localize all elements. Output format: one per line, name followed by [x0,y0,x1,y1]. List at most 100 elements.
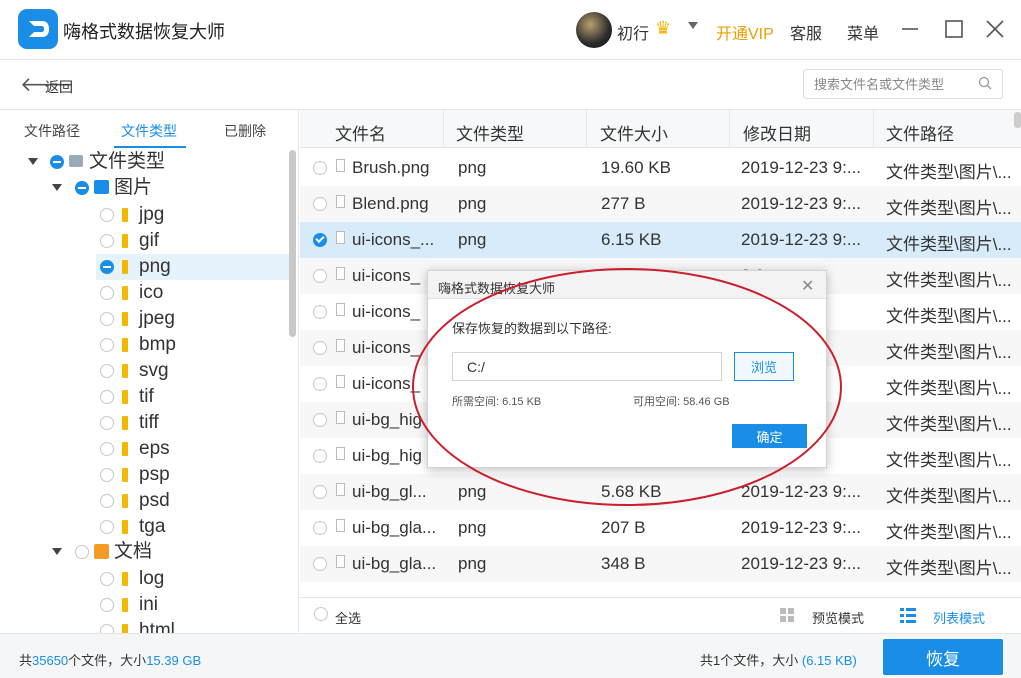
row-checkbox[interactable] [313,269,327,283]
tree-item-psp[interactable]: psp [139,462,170,488]
table-row[interactable]: ui-bg_gla... png 348 B 2019-12-23 9:... 文件类型… [300,546,1021,582]
chevron-down-icon[interactable] [688,22,698,29]
back-button[interactable]: 返回 [45,77,73,97]
row-checkbox[interactable] [313,305,327,319]
tree-checkbox-png[interactable] [100,260,114,274]
browse-button[interactable]: 浏览 [734,352,794,381]
tree-item-jpg[interactable]: jpg [139,202,164,228]
tree-item-tif[interactable]: tif [139,384,154,410]
tree-checkbox-html[interactable] [100,624,114,633]
tree-item-eps[interactable]: eps [139,436,170,462]
tab-file-path[interactable]: 文件路径 [24,121,80,141]
restore-button[interactable]: 恢复 [883,639,1003,675]
drive-icon [69,155,83,167]
tree-checkbox-tif[interactable] [100,390,114,404]
tree-images-label[interactable]: 图片 [114,175,152,201]
menu-link[interactable]: 菜单 [847,20,879,44]
table-row[interactable]: Blend.png png 277 B 2019-12-23 9:... 文件类型\图片… [300,186,1021,222]
tree-item-gif[interactable]: gif [139,228,159,254]
tree-docs-label[interactable]: 文档 [114,539,152,565]
tree-checkbox-eps[interactable] [100,442,114,456]
collapse-icon[interactable] [52,548,62,555]
table-scrollbar[interactable] [1014,112,1021,128]
row-checkbox[interactable] [313,485,327,499]
grid-view-icon[interactable] [780,608,795,623]
tree-root-label[interactable]: 文件类型 [89,149,165,175]
preview-mode-button[interactable]: 预览模式 [812,608,864,627]
tree-item-bmp[interactable]: bmp [139,332,176,358]
tree-checkbox-root[interactable] [50,155,64,169]
header-type[interactable]: 文件类型 [456,120,524,145]
table-row[interactable]: ui-icons_... png 6.15 KB 2019-12-23 9:... 文件… [300,222,1021,258]
close-icon[interactable] [984,18,1006,40]
user-avatar[interactable] [576,12,612,48]
tree-item-tiff[interactable]: tiff [139,410,159,436]
tree-checkbox-psd[interactable] [100,494,114,508]
tree-item-html[interactable]: html [139,618,175,633]
table-row[interactable]: Brush.png png 19.60 KB 2019-12-23 9:... 文件类型… [300,150,1021,186]
table-row[interactable]: ui-bg_gla... png 207 B 2019-12-23 9:... 文件类型… [300,510,1021,546]
select-all-label[interactable]: 全选 [335,608,361,627]
row-checkbox[interactable] [313,413,327,427]
customer-service-link[interactable]: 客服 [790,20,822,44]
header-path[interactable]: 文件路径 [886,120,954,145]
tree-checkbox-docs[interactable] [75,545,89,559]
tab-file-type[interactable]: 文件类型 [121,121,177,141]
total-summary: 共35650个文件，大小15.39 GB [19,650,201,669]
row-checkbox[interactable] [313,197,327,211]
row-checkbox[interactable] [313,521,327,535]
cell-name: Brush.png [352,158,430,177]
header-name[interactable]: 文件名 [335,120,386,145]
tree-checkbox-ico[interactable] [100,286,114,300]
search-icon[interactable] [978,76,992,90]
tab-deleted[interactable]: 已删除 [224,121,266,141]
dialog-close-icon[interactable]: ✕ [801,276,814,296]
column-divider[interactable] [443,110,444,148]
tree-checkbox-jpeg[interactable] [100,312,114,326]
header-size[interactable]: 文件大小 [600,120,668,145]
tree-item-png[interactable]: png [139,254,171,280]
row-checkbox[interactable] [313,557,327,571]
row-checkbox[interactable] [313,233,327,247]
row-checkbox[interactable] [313,377,327,391]
tree-checkbox-ini[interactable] [100,598,114,612]
row-checkbox[interactable] [313,449,327,463]
column-divider[interactable] [586,110,587,148]
sidebar-scrollbar[interactable] [289,150,296,337]
tree-checkbox-tiff[interactable] [100,416,114,430]
minimize-icon[interactable] [899,18,921,40]
header-date[interactable]: 修改日期 [743,120,811,145]
open-vip-link[interactable]: 开通VIP [716,20,774,44]
confirm-button[interactable]: 确定 [732,424,807,448]
folder-icon [122,520,128,534]
list-view-icon[interactable] [900,608,916,623]
table-row[interactable]: ui-bg_gl... png 5.68 KB 2019-12-23 9:... 文件类… [300,474,1021,510]
collapse-icon[interactable] [28,158,38,165]
row-checkbox[interactable] [313,161,327,175]
tree-item-jpeg[interactable]: jpeg [139,306,175,332]
tree-item-tga[interactable]: tga [139,514,165,540]
column-divider[interactable] [873,110,874,148]
collapse-icon[interactable] [52,184,62,191]
save-path-input[interactable] [452,352,722,381]
tree-checkbox-gif[interactable] [100,234,114,248]
tree-item-svg[interactable]: svg [139,358,169,384]
list-mode-button[interactable]: 列表模式 [933,608,985,627]
row-checkbox[interactable] [313,341,327,355]
tree-checkbox-tga[interactable] [100,520,114,534]
tree-checkbox-images[interactable] [75,181,89,195]
tree-checkbox-bmp[interactable] [100,338,114,352]
tree-item-psd[interactable]: psd [139,488,170,514]
search-input[interactable] [803,69,1003,99]
tree-item-log[interactable]: log [139,566,164,592]
tree-item-ini[interactable]: ini [139,592,158,618]
select-all-checkbox[interactable] [314,607,328,621]
user-name[interactable]: 初行 [617,20,649,44]
tree-item-ico[interactable]: ico [139,280,163,306]
column-divider[interactable] [729,110,730,148]
maximize-icon[interactable] [943,18,965,40]
tree-checkbox-log[interactable] [100,572,114,586]
tree-checkbox-jpg[interactable] [100,208,114,222]
tree-checkbox-psp[interactable] [100,468,114,482]
tree-checkbox-svg[interactable] [100,364,114,378]
